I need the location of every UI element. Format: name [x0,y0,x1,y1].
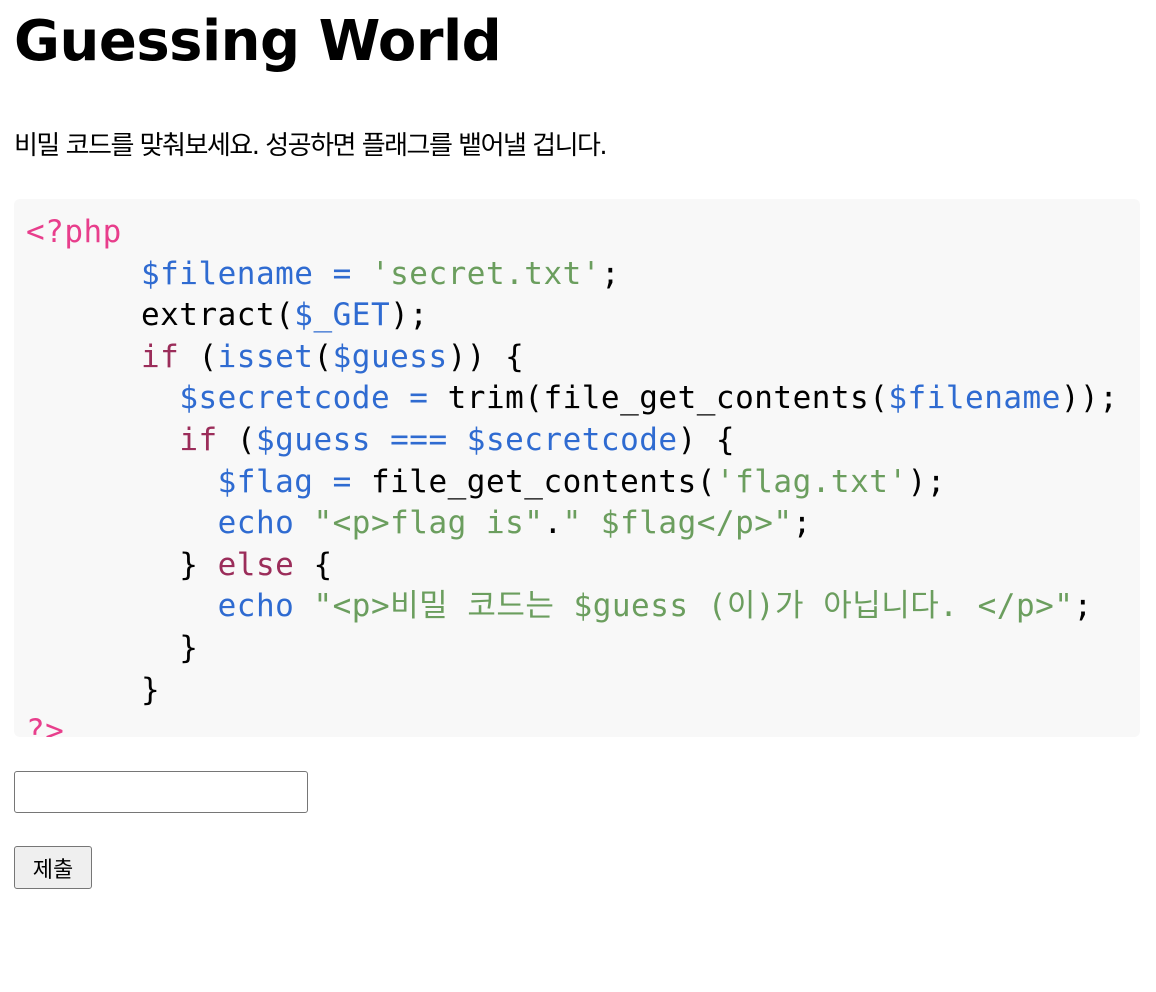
code-token: isset [217,338,314,375]
code-token: ( [313,338,333,375]
code-token: <?php [26,214,122,250]
code-token: ( [179,338,218,375]
code-token: = [313,255,371,292]
page-title: Guessing World [14,9,502,74]
code-line: ?> [26,711,1118,737]
code-token: = [390,380,448,417]
code-line: echo "<p>flag is"." $flag</p>"; [26,503,1118,545]
code-line: $flag = file_get_contents('flag.txt'); [26,462,1118,504]
code-token: ; [792,505,812,542]
code-token: if [179,421,218,458]
code-token: $flag [217,463,314,500]
code-token: echo [217,505,295,542]
code-token: else [217,546,295,583]
code-token: " $flag</p>" [562,505,793,542]
code-line: echo "<p>비밀 코드는 $guess (이)가 아닙니다. </p>"; [26,586,1118,628]
guess-input[interactable] [14,771,308,813]
code-token: ?> [26,713,65,737]
code-token: $guess [255,421,371,458]
source-code-block: <?php $filename = 'secret.txt'; extract(… [14,199,1140,737]
code-line: $secretcode = trim(file_get_contents($fi… [26,378,1118,420]
code-token: === [370,421,467,458]
code-token: $secretcode [179,380,391,417]
code-line: if ($guess === $secretcode) { [26,420,1118,462]
code-token: 'flag.txt' [715,463,908,500]
code-token: if [140,338,180,375]
code-token: 'secret.txt' [370,255,601,292]
code-token: extract( [26,297,295,334]
code-token: )); [1060,380,1119,417]
code-token: } [26,671,161,708]
code-token: . [543,505,563,542]
code-token: trim(file_get_contents( [447,380,889,417]
code-line: } else { [26,545,1118,587]
code-line: $filename = 'secret.txt'; [26,254,1118,296]
code-token: "<p>flag is" [313,505,544,542]
code-token: ); [907,463,946,500]
code-token: echo [217,588,295,625]
code-token: ( [217,421,256,458]
code-token: $_GET [294,297,391,334]
code-token: $filename [888,380,1061,417]
source-code: <?php $filename = 'secret.txt'; extract(… [26,212,1118,737]
submit-button[interactable]: 제출 [14,846,92,889]
code-token: } [26,546,218,583]
code-token: $filename [140,255,314,292]
code-token: { [294,546,333,583]
code-token: ) { [677,421,736,458]
code-token: ); [390,297,429,334]
code-token: file_get_contents( [370,463,716,500]
code-token: )) { [447,338,525,375]
code-line: } [26,628,1118,670]
code-token: } [26,629,199,666]
code-line: extract($_GET); [26,295,1118,337]
code-token: ; [600,255,621,292]
intro-text: 비밀 코드를 맞춰보세요. 성공하면 플래그를 뱉어낼 겁니다. [14,131,608,161]
code-token: ; [1073,588,1093,625]
code-token: $secretcode [466,421,678,458]
code-line: <?php [26,212,1118,254]
code-token: "<p>비밀 코드는 $guess (이)가 아닙니다. </p>" [313,588,1074,625]
code-line: if (isset($guess)) { [26,337,1118,379]
code-token: = [313,463,371,500]
code-line: } [26,670,1118,712]
code-token: $guess [332,338,448,375]
